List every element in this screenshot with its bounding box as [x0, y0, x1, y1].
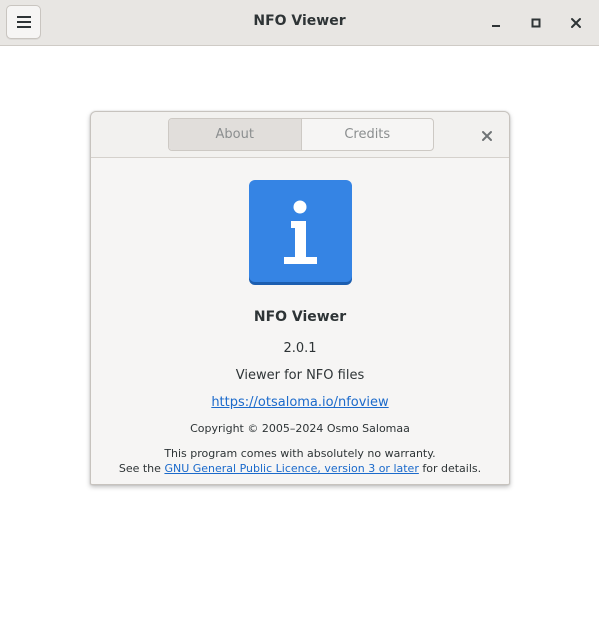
website-link[interactable]: https://otsaloma.io/nfoview	[211, 395, 388, 410]
window-title: NFO Viewer	[253, 13, 346, 29]
license-line2: See the GNU General Public Licence, vers…	[91, 461, 509, 476]
license-prefix: See the	[118, 462, 165, 475]
close-icon	[571, 18, 581, 28]
license-text: This program comes with absolutely no wa…	[91, 446, 509, 476]
main-window: NFO Viewer About Credits NFO Viewer 2.0.…	[0, 0, 599, 642]
app-comments: Viewer for NFO files	[235, 368, 365, 383]
maximize-icon	[531, 18, 541, 28]
app-name: NFO Viewer	[253, 309, 347, 325]
close-icon	[482, 131, 492, 141]
about-dialog: About Credits NFO Viewer 2.0.1 Viewer fo…	[90, 111, 510, 485]
tab-about[interactable]: About	[169, 119, 302, 150]
dialog-close-button[interactable]	[480, 128, 494, 142]
tab-credits[interactable]: Credits	[302, 119, 434, 150]
license-link[interactable]: GNU General Public Licence, version 3 or…	[164, 462, 418, 475]
stack-switcher: About Credits	[168, 118, 434, 151]
copyright-text: Copyright © 2005–2024 Osmo Salomaa	[190, 422, 410, 435]
app-version: 2.0.1	[283, 341, 317, 356]
minimize-button[interactable]	[486, 13, 506, 33]
license-line1: This program comes with absolutely no wa…	[164, 447, 436, 460]
dialog-header: About Credits	[91, 112, 509, 158]
minimize-icon	[492, 25, 500, 27]
license-suffix: for details.	[418, 462, 482, 475]
info-icon	[248, 180, 353, 285]
website-row: https://otsaloma.io/nfoview	[91, 395, 509, 410]
header-bar: NFO Viewer	[0, 0, 599, 46]
close-window-button[interactable]	[566, 13, 586, 33]
maximize-button[interactable]	[526, 13, 546, 33]
